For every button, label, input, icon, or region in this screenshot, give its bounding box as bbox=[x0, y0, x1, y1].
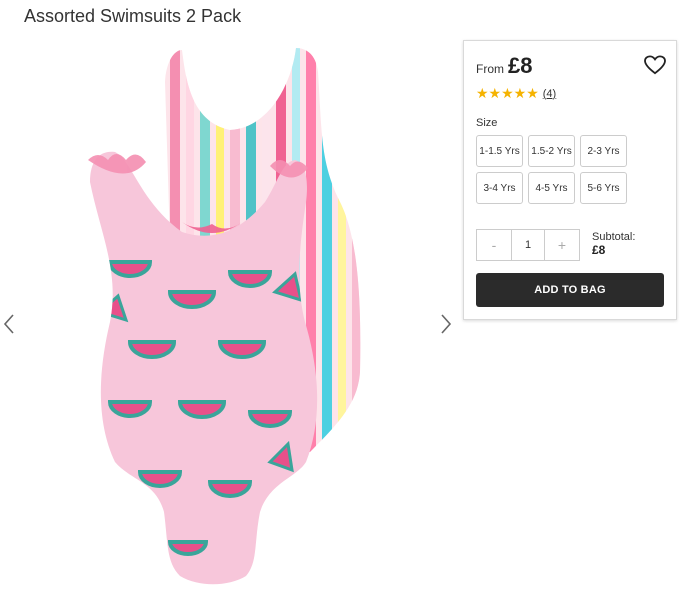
product-title: Assorted Swimsuits 2 Pack bbox=[24, 6, 242, 26]
quantity-decrease-button[interactable]: - bbox=[477, 230, 511, 260]
gallery-next-button[interactable] bbox=[438, 312, 454, 336]
review-count-link[interactable]: (4) bbox=[543, 88, 556, 100]
rating-row: ★★★★★ (4) bbox=[476, 85, 556, 102]
price-row: From £8 bbox=[476, 53, 532, 79]
size-option[interactable]: 4-5 Yrs bbox=[528, 172, 575, 204]
product-gallery bbox=[0, 36, 460, 596]
chevron-right-icon bbox=[441, 314, 452, 334]
wishlist-button[interactable] bbox=[644, 55, 666, 75]
quantity-value[interactable]: 1 bbox=[511, 230, 545, 260]
size-label: Size bbox=[476, 117, 498, 129]
swimsuit-image bbox=[88, 48, 361, 585]
size-option[interactable]: 5-6 Yrs bbox=[580, 172, 627, 204]
size-options: 1-1.5 Yrs 1.5-2 Yrs 2-3 Yrs 3-4 Yrs 4-5 … bbox=[476, 135, 672, 204]
quantity-increase-button[interactable]: + bbox=[545, 230, 579, 260]
size-option[interactable]: 1.5-2 Yrs bbox=[528, 135, 575, 167]
rating-stars: ★★★★★ bbox=[476, 85, 539, 101]
add-to-bag-button[interactable]: ADD TO BAG bbox=[476, 273, 664, 307]
heart-icon bbox=[644, 55, 666, 75]
purchase-panel: From £8 ★★★★★ (4) Size 1-1.5 Yrs 1.5-2 Y… bbox=[463, 40, 677, 320]
size-option[interactable]: 3-4 Yrs bbox=[476, 172, 523, 204]
chevron-left-icon bbox=[3, 314, 14, 334]
subtotal-label: Subtotal: bbox=[592, 231, 636, 243]
quantity-stepper: - 1 + bbox=[476, 229, 580, 261]
price-value: £8 bbox=[508, 53, 533, 78]
size-option[interactable]: 1-1.5 Yrs bbox=[476, 135, 523, 167]
subtotal-value: £8 bbox=[592, 243, 606, 257]
gallery-prev-button[interactable] bbox=[1, 312, 17, 336]
price-from-label: From bbox=[476, 62, 504, 76]
subtotal: Subtotal: £8 bbox=[592, 231, 635, 257]
size-option[interactable]: 2-3 Yrs bbox=[580, 135, 627, 167]
